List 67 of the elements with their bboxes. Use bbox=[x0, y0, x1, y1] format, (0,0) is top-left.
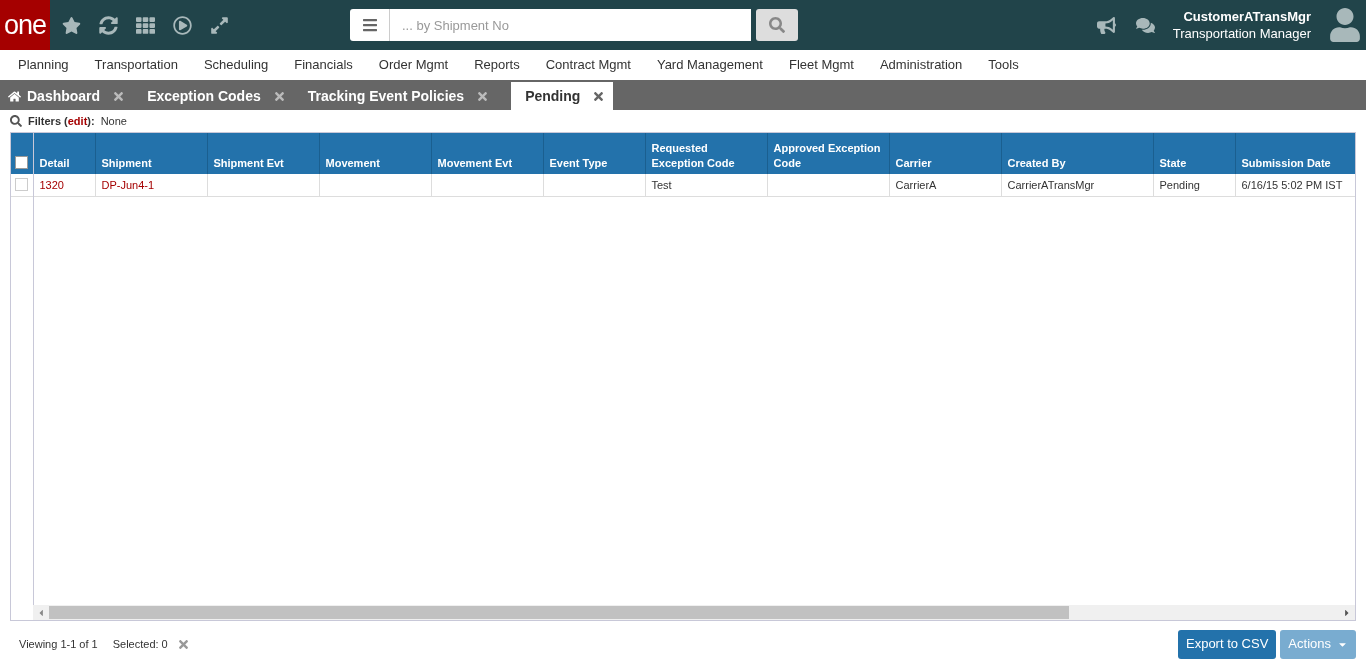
column-header[interactable]: Requested Exception Code bbox=[645, 133, 767, 174]
column-header[interactable]: Event Type bbox=[543, 133, 645, 174]
play-icon[interactable] bbox=[173, 15, 192, 35]
home-icon bbox=[8, 89, 21, 103]
table-cell: Pending bbox=[1159, 178, 1200, 191]
tab[interactable]: Dashboard bbox=[8, 82, 134, 110]
tab[interactable]: Exception Codes bbox=[147, 82, 294, 110]
column-header[interactable]: Carrier bbox=[889, 133, 1001, 174]
column-header[interactable]: Detail bbox=[33, 133, 95, 174]
table-link[interactable]: DP-Jun4-1 bbox=[101, 178, 155, 191]
column-header[interactable]: Shipment bbox=[95, 133, 207, 174]
table-cell: 6/16/15 5:02 PM IST bbox=[1241, 178, 1343, 191]
table-link[interactable]: 1320 bbox=[39, 178, 64, 191]
select-all-checkbox[interactable] bbox=[15, 156, 28, 169]
menu-icon bbox=[361, 17, 378, 33]
menu-item[interactable]: Reports bbox=[474, 55, 520, 75]
column-header[interactable]: Movement Evt bbox=[431, 133, 543, 174]
column-header[interactable]: State bbox=[1153, 133, 1235, 174]
scrollbar-thumb[interactable] bbox=[49, 606, 1069, 619]
avatar-icon[interactable] bbox=[1328, 8, 1362, 42]
user-name: CustomerATransMgr bbox=[1183, 8, 1311, 25]
close-icon[interactable] bbox=[592, 89, 606, 103]
close-icon[interactable] bbox=[272, 89, 286, 103]
tab[interactable]: Tracking Event Policies bbox=[307, 82, 498, 110]
column-header[interactable]: Shipment Evt bbox=[207, 133, 319, 174]
selected-count: Selected: 0 bbox=[112, 636, 168, 652]
horizontal-scrollbar[interactable] bbox=[33, 605, 1355, 620]
logo[interactable]: one bbox=[0, 0, 50, 50]
menu-item[interactable]: Scheduling bbox=[203, 55, 269, 75]
chat-icon[interactable] bbox=[1135, 15, 1155, 35]
menu-item[interactable]: Financials bbox=[294, 55, 353, 75]
menu-item[interactable]: Order Mgmt bbox=[378, 55, 449, 75]
export-button[interactable]: Export to CSV bbox=[1178, 629, 1277, 659]
expand-icon[interactable] bbox=[210, 15, 229, 35]
column-header[interactable]: Submission Date bbox=[1235, 133, 1355, 174]
table-cell: CarrierA bbox=[895, 178, 937, 191]
menu-item[interactable]: Fleet Mgmt bbox=[788, 55, 854, 75]
close-icon[interactable] bbox=[112, 89, 126, 103]
star-icon[interactable] bbox=[62, 15, 81, 35]
search-icon bbox=[10, 115, 22, 127]
column-header[interactable]: Movement bbox=[319, 133, 431, 174]
menu-item[interactable]: Yard Management bbox=[656, 55, 763, 75]
menu-item[interactable]: Administration bbox=[879, 55, 963, 75]
filters-label: Filters (edit): bbox=[28, 113, 95, 129]
refresh-icon[interactable] bbox=[99, 15, 118, 35]
megaphone-icon[interactable] bbox=[1096, 15, 1116, 35]
table-cell: Test bbox=[651, 178, 672, 191]
table-cell: CarrierATransMgr bbox=[1007, 178, 1095, 191]
menu-button[interactable] bbox=[350, 9, 390, 41]
grid-icon[interactable] bbox=[136, 15, 155, 35]
viewing-count: Viewing 1-1 of 1 bbox=[19, 636, 98, 652]
column-header[interactable]: Created By bbox=[1001, 133, 1153, 174]
menu-item[interactable]: Planning bbox=[18, 55, 69, 75]
search-field[interactable]: ... by Shipment No bbox=[390, 9, 751, 41]
clear-selection-icon[interactable] bbox=[176, 637, 190, 651]
search-button[interactable] bbox=[756, 9, 798, 41]
close-icon[interactable] bbox=[476, 89, 490, 103]
menu-item[interactable]: Tools bbox=[988, 55, 1019, 75]
filters-value: None bbox=[100, 113, 127, 129]
column-header[interactable]: Approved Exception Code bbox=[767, 133, 889, 174]
search-icon bbox=[769, 17, 785, 33]
edit-link[interactable]: edit bbox=[67, 114, 88, 127]
menu-item[interactable]: Transportation bbox=[94, 55, 178, 75]
user-role: Transportation Manager bbox=[1172, 25, 1311, 42]
menu-item[interactable]: Contract Mgmt bbox=[545, 55, 631, 75]
tab[interactable]: Pending bbox=[511, 82, 614, 110]
row-checkbox[interactable] bbox=[15, 178, 28, 192]
